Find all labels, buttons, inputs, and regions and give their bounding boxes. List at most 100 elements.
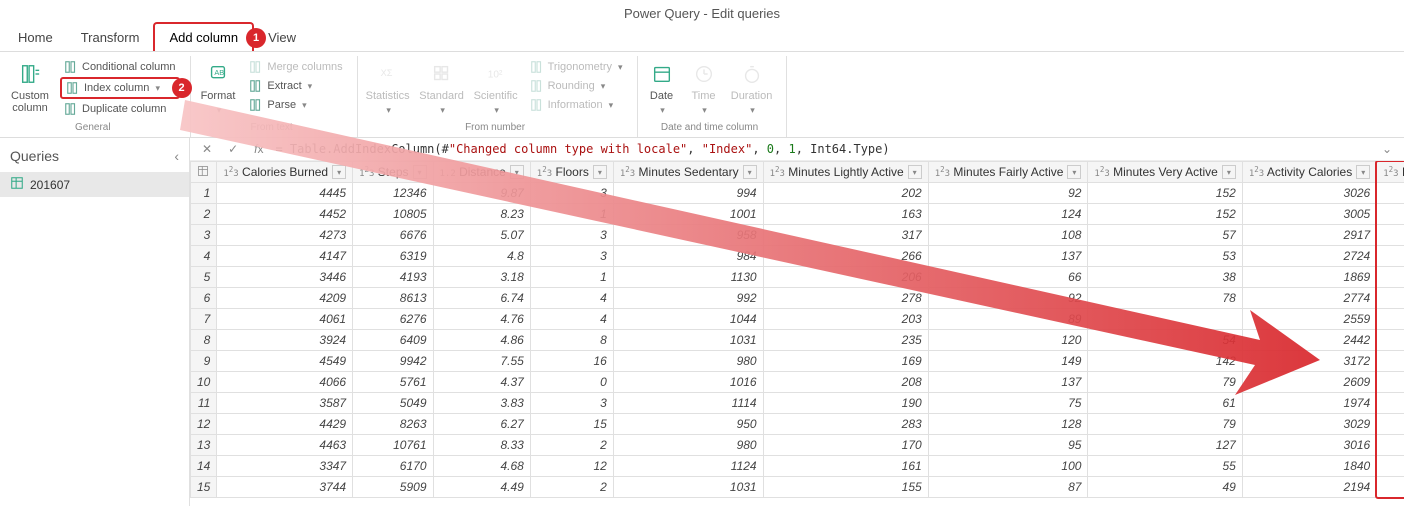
cell[interactable]: 1124 <box>613 456 763 477</box>
cell[interactable]: 3005 <box>1242 204 1376 225</box>
cell[interactable]: 3.83 <box>433 393 530 414</box>
rounding-button[interactable]: Rounding <box>526 77 627 95</box>
filter-dropdown-icon[interactable]: ▾ <box>908 165 922 179</box>
cell[interactable]: 3 <box>1377 246 1404 267</box>
cell[interactable]: 202 <box>763 183 928 204</box>
cell[interactable]: 4061 <box>217 309 353 330</box>
cell[interactable]: 14 <box>1377 477 1404 498</box>
cell[interactable]: 980 <box>613 435 763 456</box>
cell[interactable]: 4209 <box>217 288 353 309</box>
table-row[interactable]: 3427366765.0739583171085729172 <box>191 225 1404 246</box>
table-row[interactable]: 10406657614.37010162081377926099 <box>191 372 1404 393</box>
row-number[interactable]: 2 <box>191 204 217 225</box>
duration-button[interactable]: Duration <box>728 58 776 118</box>
cell[interactable]: 1 <box>530 204 613 225</box>
cell[interactable]: 4273 <box>217 225 353 246</box>
cell[interactable]: 4 <box>530 309 613 330</box>
cell[interactable]: 4452 <box>217 204 353 225</box>
cell[interactable]: 3587 <box>217 393 353 414</box>
cell[interactable]: 1031 <box>613 477 763 498</box>
filter-dropdown-icon[interactable]: ▾ <box>1356 165 1370 179</box>
filter-dropdown-icon[interactable]: ▾ <box>593 165 607 179</box>
cell[interactable]: 92 <box>928 288 1088 309</box>
table-row[interactable]: 12442982636.271595028312879302911 <box>191 414 1404 435</box>
cell[interactable]: 958 <box>613 225 763 246</box>
cell[interactable]: 3446 <box>217 267 353 288</box>
cell[interactable]: 7.55 <box>433 351 530 372</box>
cell[interactable]: 266 <box>763 246 928 267</box>
cell[interactable]: 4147 <box>217 246 353 267</box>
cell[interactable]: 1840 <box>1242 456 1376 477</box>
row-number[interactable]: 15 <box>191 477 217 498</box>
cell[interactable]: 4193 <box>353 267 433 288</box>
datatype-icon[interactable]: 123 <box>1249 169 1264 179</box>
cell[interactable]: 2609 <box>1242 372 1376 393</box>
duplicate-column-button[interactable]: Duplicate column <box>60 100 180 118</box>
cell[interactable]: 3016 <box>1242 435 1376 456</box>
row-number[interactable]: 13 <box>191 435 217 456</box>
tab-transform[interactable]: Transform <box>67 24 154 51</box>
table-row[interactable]: 24452108058.231100116312415230051 <box>191 204 1404 225</box>
cell[interactable]: 3.18 <box>433 267 530 288</box>
extract-button[interactable]: Extract <box>245 77 346 95</box>
information-button[interactable]: Information <box>526 96 627 114</box>
cell[interactable]: 4066 <box>217 372 353 393</box>
tab-home[interactable]: Home <box>4 24 67 51</box>
cell[interactable]: 8 <box>1377 351 1404 372</box>
cell[interactable]: 5.07 <box>433 225 530 246</box>
cell[interactable]: 3924 <box>217 330 353 351</box>
cell[interactable]: 203 <box>763 309 928 330</box>
cell[interactable]: 6319 <box>353 246 433 267</box>
fx-icon[interactable]: fx <box>250 142 267 156</box>
cell[interactable] <box>1088 309 1242 330</box>
filter-dropdown-icon[interactable]: ▾ <box>332 165 346 179</box>
cell[interactable]: 137 <box>928 372 1088 393</box>
cell[interactable]: 2559 <box>1242 309 1376 330</box>
table-row[interactable]: 14334761704.6812112416110055184013 <box>191 456 1404 477</box>
datatype-icon[interactable]: 123 <box>359 169 374 179</box>
cell[interactable]: 163 <box>763 204 928 225</box>
datatype-icon[interactable]: 123 <box>537 169 552 179</box>
column-header[interactable]: 123 Activity Calories▾ <box>1242 162 1376 183</box>
cell[interactable]: 283 <box>763 414 928 435</box>
cell[interactable]: 170 <box>763 435 928 456</box>
cell[interactable]: 0 <box>530 372 613 393</box>
cell[interactable]: 1001 <box>613 204 763 225</box>
cell[interactable]: 7 <box>1377 330 1404 351</box>
table-row[interactable]: 11358750493.83311141907561197410 <box>191 393 1404 414</box>
filter-dropdown-icon[interactable]: ▾ <box>743 165 757 179</box>
cell[interactable]: 4549 <box>217 351 353 372</box>
cell[interactable]: 5909 <box>353 477 433 498</box>
cell[interactable]: 994 <box>613 183 763 204</box>
table-row[interactable]: 134463107618.33298017095127301612 <box>191 435 1404 456</box>
cancel-formula-icon[interactable]: ✕ <box>198 142 216 156</box>
cell[interactable]: 108 <box>928 225 1088 246</box>
datatype-icon[interactable]: 123 <box>770 169 785 179</box>
cell[interactable]: 1016 <box>613 372 763 393</box>
row-number[interactable]: 7 <box>191 309 217 330</box>
cell[interactable]: 5761 <box>353 372 433 393</box>
trigonometry-button[interactable]: Trigonometry <box>526 58 627 76</box>
cell[interactable]: 53 <box>1088 246 1242 267</box>
index-column-button[interactable]: Index column2 <box>60 77 180 99</box>
scientific-button[interactable]: 10²Scientific <box>472 58 520 118</box>
cell[interactable]: 950 <box>613 414 763 435</box>
cell[interactable]: 980 <box>613 351 763 372</box>
datatype-icon[interactable]: 123 <box>1383 169 1398 179</box>
cell[interactable]: 2442 <box>1242 330 1376 351</box>
cell[interactable]: 4.86 <box>433 330 530 351</box>
cell[interactable]: 6.27 <box>433 414 530 435</box>
row-number[interactable]: 12 <box>191 414 217 435</box>
cell[interactable]: 13 <box>1377 456 1404 477</box>
cell[interactable]: 1114 <box>613 393 763 414</box>
table-row[interactable]: 14445123469.8739942029215230260 <box>191 183 1404 204</box>
column-header[interactable]: 123 Floors▾ <box>530 162 613 183</box>
cell[interactable]: 2 <box>1377 225 1404 246</box>
datatype-icon[interactable]: 123 <box>1094 169 1109 179</box>
cell[interactable]: 6676 <box>353 225 433 246</box>
cell[interactable]: 1130 <box>613 267 763 288</box>
cell[interactable]: 92 <box>928 183 1088 204</box>
tab-add-column[interactable]: Add column1 <box>153 22 254 51</box>
cell[interactable]: 3 <box>530 183 613 204</box>
cell[interactable]: 11 <box>1377 414 1404 435</box>
